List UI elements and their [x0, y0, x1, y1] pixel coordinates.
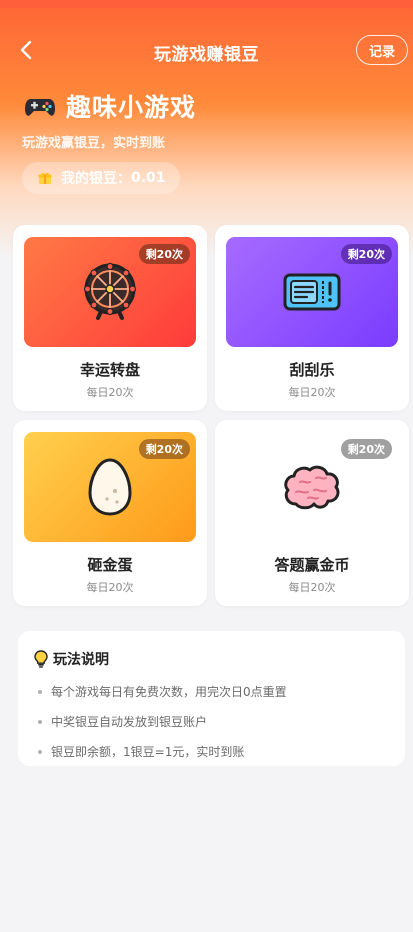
rules-title-text: 玩法说明 — [53, 652, 109, 668]
game-daily-limit: 每日20次 — [288, 386, 336, 399]
remaining-badge: 剩20次 — [340, 439, 392, 459]
rule-text: 中奖银豆自动发放到银豆账户 — [51, 715, 208, 729]
headline-text: 趣味小游戏 — [66, 93, 197, 122]
game-card-scratch-card[interactable]: 剩20次 刮刮乐 每日20次 — [215, 225, 409, 411]
game-daily-limit: 每日20次 — [86, 581, 134, 594]
balance-pill[interactable]: 我的银豆： 0.01 — [22, 162, 180, 194]
game-thumbnail: 剩20次 — [226, 237, 398, 347]
rules-title: 玩法说明 — [34, 649, 389, 669]
gamepad-icon — [25, 99, 55, 116]
remaining-badge: 剩20次 — [138, 439, 190, 459]
game-card-lucky-wheel[interactable]: 剩20次 幸运转盘 每日20次 — [13, 225, 207, 411]
bullet-dot — [38, 719, 42, 724]
bullet-dot — [38, 749, 42, 754]
nav-bar: 玩游戏赚银豆 记录 — [0, 30, 413, 74]
game-card-quiz[interactable]: 剩20次 答题赢金币 每日20次 — [215, 420, 409, 606]
remaining-badge: 剩20次 — [340, 244, 392, 264]
game-card-golden-egg[interactable]: 剩20次 砸金蛋 每日20次 — [13, 420, 207, 606]
rule-item: 中奖银豆自动发放到银豆账户 — [34, 713, 389, 730]
remaining-badge: 剩20次 — [138, 244, 190, 264]
game-name: 刮刮乐 — [289, 361, 335, 379]
egg-icon — [88, 458, 132, 516]
ticket-icon — [283, 273, 341, 311]
rule-item: 银豆即余额，1银豆=1元，实时到账 — [34, 743, 389, 760]
record-button[interactable]: 记录 — [356, 35, 408, 65]
lightbulb-icon — [34, 650, 48, 668]
game-thumbnail: 剩20次 — [24, 432, 196, 542]
balance-label: 我的银豆： — [61, 171, 131, 187]
ferris-wheel-icon — [83, 262, 137, 320]
game-daily-limit: 每日20次 — [86, 386, 134, 399]
hero-headline: 趣味小游戏 — [24, 88, 196, 124]
game-thumbnail: 剩20次 — [226, 432, 398, 542]
rules-panel: 玩法说明 每个游戏每日有免费次数，用完次日0点重置 中奖银豆自动发放到银豆账户 … — [18, 631, 405, 766]
gift-icon — [38, 172, 52, 184]
rule-text: 每个游戏每日有免费次数，用完次日0点重置 — [51, 685, 287, 699]
bullet-dot — [38, 689, 42, 694]
game-thumbnail: 剩20次 — [24, 237, 196, 347]
game-name: 幸运转盘 — [79, 361, 140, 379]
game-name: 答题赢金币 — [274, 556, 350, 574]
game-daily-limit: 每日20次 — [288, 581, 336, 594]
hero-subtitle: 玩游戏赢银豆，实时到账 — [22, 136, 166, 151]
status-bar — [0, 0, 413, 8]
rule-item: 每个游戏每日有免费次数，用完次日0点重置 — [34, 683, 389, 700]
rule-text: 银豆即余额，1银豆=1元，实时到账 — [51, 745, 245, 759]
brain-icon — [284, 465, 340, 510]
balance-value: 0.01 — [131, 170, 166, 186]
game-name: 砸金蛋 — [87, 556, 133, 574]
page-title: 玩游戏赚银豆 — [154, 45, 259, 65]
